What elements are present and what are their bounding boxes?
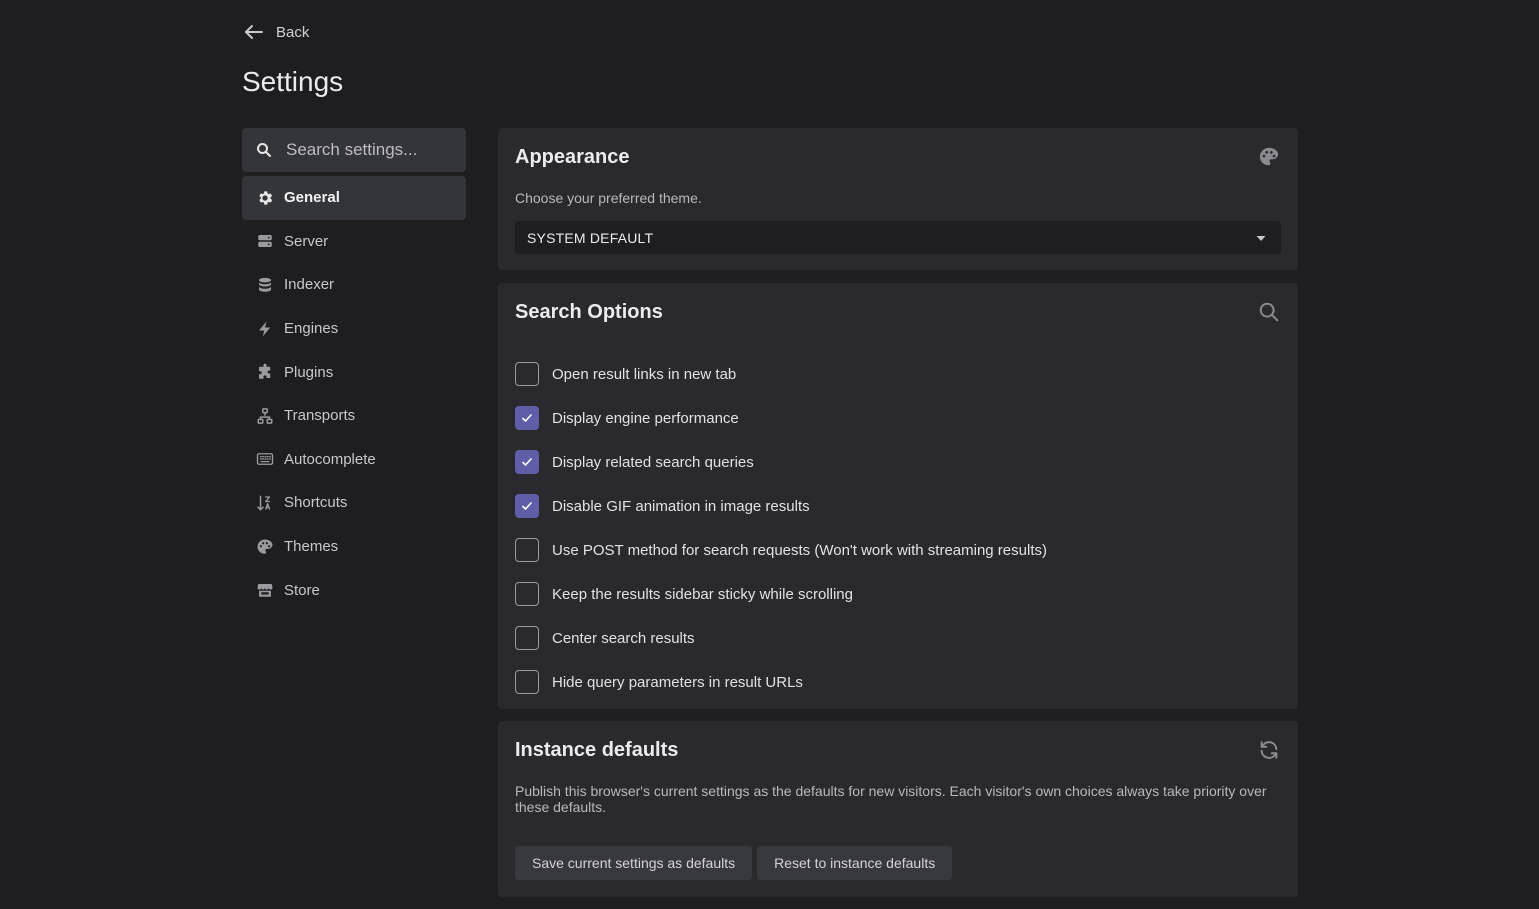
search-options-list: Open result links in new tab Display eng… bbox=[515, 352, 1047, 704]
appearance-title: Appearance bbox=[515, 146, 630, 168]
checkbox[interactable] bbox=[515, 670, 539, 694]
option-label: Keep the results sidebar sticky while sc… bbox=[552, 585, 853, 603]
sidebar-item-label: Themes bbox=[284, 538, 339, 556]
sidebar-item-label: Autocomplete bbox=[284, 450, 376, 468]
save-defaults-button[interactable]: Save current settings as defaults bbox=[515, 846, 753, 880]
sidebar-item-themes[interactable]: Themes bbox=[242, 525, 466, 569]
option-related-queries[interactable]: Display related search queries bbox=[515, 440, 1047, 484]
theme-select[interactable]: SYSTEM DEFAULT bbox=[515, 221, 1281, 254]
check-icon bbox=[522, 458, 532, 466]
database-icon bbox=[259, 277, 271, 292]
appearance-description: Choose your preferred theme. bbox=[515, 190, 702, 206]
sidebar-item-transports[interactable]: Transports bbox=[242, 394, 466, 438]
checkbox[interactable] bbox=[515, 538, 539, 562]
sidebar-item-indexer[interactable]: Indexer bbox=[242, 263, 466, 307]
appearance-card: Appearance Choose your preferred theme. … bbox=[498, 128, 1298, 270]
sidebar-item-store[interactable]: Store bbox=[242, 568, 466, 612]
network-icon bbox=[257, 407, 273, 424]
gear-icon bbox=[259, 191, 273, 205]
back-link[interactable]: Back bbox=[242, 20, 309, 44]
option-post-method[interactable]: Use POST method for search requests (Won… bbox=[515, 528, 1047, 572]
page-title: Settings bbox=[242, 66, 344, 97]
sort-icon bbox=[257, 495, 271, 511]
sidebar-item-engines[interactable]: Engines bbox=[242, 307, 466, 351]
keyboard-icon bbox=[256, 453, 274, 466]
reset-defaults-button[interactable]: Reset to instance defaults bbox=[757, 846, 953, 880]
checkbox-checked[interactable] bbox=[515, 406, 539, 430]
palette-icon bbox=[1259, 147, 1279, 166]
search-icon bbox=[1259, 302, 1279, 322]
checkbox-checked[interactable] bbox=[515, 494, 539, 518]
checkbox[interactable] bbox=[515, 582, 539, 606]
search-options-card: Search Options Open result links in new … bbox=[498, 283, 1298, 709]
option-label: Center search results bbox=[552, 629, 695, 647]
check-icon bbox=[522, 414, 532, 422]
palette-icon bbox=[257, 539, 273, 554]
search-input[interactable] bbox=[286, 140, 456, 160]
sidebar-item-label: General bbox=[284, 189, 340, 207]
sidebar: General Server Indexer bbox=[242, 128, 466, 612]
instance-defaults-actions: Save current settings as defaults Reset … bbox=[515, 846, 953, 880]
option-label: Disable GIF animation in image results bbox=[552, 497, 810, 515]
option-hide-query-params[interactable]: Hide query parameters in result URLs bbox=[515, 660, 1047, 704]
settings-page: Back Settings General Server bbox=[0, 0, 1539, 909]
option-engine-performance[interactable]: Display engine performance bbox=[515, 396, 1047, 440]
back-label: Back bbox=[276, 23, 310, 41]
checkbox[interactable] bbox=[515, 362, 539, 386]
sidebar-item-label: Engines bbox=[284, 320, 339, 338]
search-icon bbox=[257, 143, 271, 157]
option-label: Hide query parameters in result URLs bbox=[552, 673, 803, 691]
sidebar-item-label: Shortcuts bbox=[284, 494, 348, 512]
option-open-new-tab[interactable]: Open result links in new tab bbox=[515, 352, 1047, 396]
sidebar-item-label: Store bbox=[284, 581, 320, 599]
search-options-title: Search Options bbox=[515, 301, 663, 323]
sidebar-item-server[interactable]: Server bbox=[242, 220, 466, 264]
puzzle-icon bbox=[259, 363, 271, 379]
instance-defaults-title: Instance defaults bbox=[515, 739, 679, 761]
sidebar-item-label: Indexer bbox=[284, 276, 335, 294]
option-center-results[interactable]: Center search results bbox=[515, 616, 1047, 660]
arrow-left-icon bbox=[245, 25, 263, 39]
sidebar-item-shortcuts[interactable]: Shortcuts bbox=[242, 481, 466, 525]
check-icon bbox=[522, 502, 532, 510]
settings-nav: General Server Indexer Engines Plugins T… bbox=[242, 176, 466, 612]
sidebar-item-plugins[interactable]: Plugins bbox=[242, 350, 466, 394]
option-sticky-sidebar[interactable]: Keep the results sidebar sticky while sc… bbox=[515, 572, 1047, 616]
option-label: Use POST method for search requests (Won… bbox=[552, 541, 1047, 559]
server-icon bbox=[258, 235, 272, 248]
instance-defaults-description: Publish this browser's current settings … bbox=[515, 783, 1267, 815]
store-icon bbox=[257, 584, 273, 597]
sidebar-item-autocomplete[interactable]: Autocomplete bbox=[242, 438, 466, 482]
option-disable-gif[interactable]: Disable GIF animation in image results bbox=[515, 484, 1047, 528]
sidebar-item-label: Plugins bbox=[284, 363, 334, 381]
sidebar-item-label: Transports bbox=[284, 407, 356, 425]
checkbox[interactable] bbox=[515, 626, 539, 650]
option-label: Display related search queries bbox=[552, 453, 754, 471]
option-label: Open result links in new tab bbox=[552, 365, 737, 383]
instance-defaults-card: Instance defaults Publish this browser's… bbox=[498, 721, 1298, 897]
sidebar-item-general[interactable]: General bbox=[242, 176, 466, 220]
sidebar-item-label: Server bbox=[284, 232, 329, 250]
theme-select-value: SYSTEM DEFAULT bbox=[527, 229, 654, 246]
checkbox-checked[interactable] bbox=[515, 450, 539, 474]
caret-down-icon bbox=[1256, 235, 1266, 241]
refresh-icon bbox=[1260, 741, 1278, 759]
option-label: Display engine performance bbox=[552, 409, 739, 427]
settings-search[interactable] bbox=[242, 128, 466, 172]
lightning-icon bbox=[259, 321, 271, 337]
